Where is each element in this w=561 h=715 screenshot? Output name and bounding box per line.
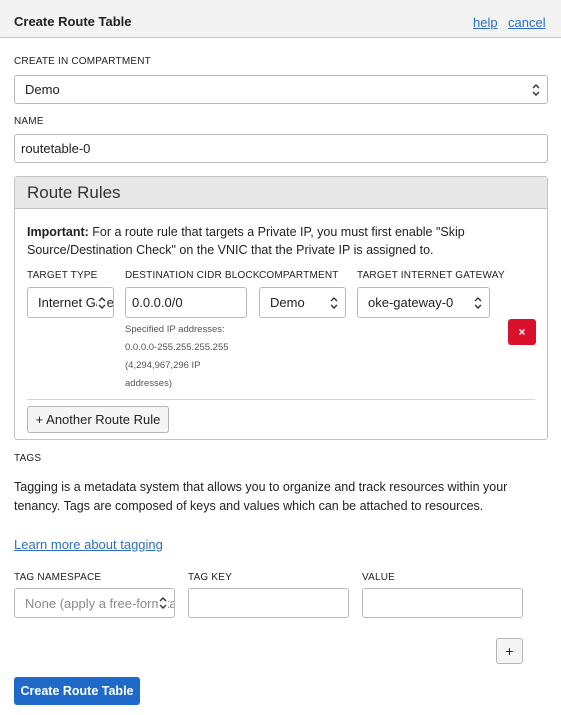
cancel-link[interactable]: cancel (508, 15, 546, 30)
cidr-hint-line: Specified IP addresses: (125, 324, 225, 335)
updown-chevron-icon (532, 83, 540, 96)
route-rules-header: Route Rules (15, 177, 547, 209)
dialog-title: Create Route Table (14, 14, 132, 29)
tag-namespace-label: TAG NAMESPACE (14, 572, 102, 583)
tag-key-label: TAG KEY (188, 572, 233, 583)
dialog-header: Create Route Table help cancel (0, 0, 561, 38)
cidr-hint-line: addresses) (125, 378, 172, 389)
updown-chevron-icon (330, 296, 338, 309)
important-text-2: Source/Destination Check" on the VNIC th… (27, 243, 434, 257)
rule-compartment-label: COMPARTMENT (259, 270, 339, 281)
cidr-hint-line: 0.0.0.0-255.255.255.255 (125, 342, 229, 353)
gateway-value: oke-gateway-0 (368, 295, 454, 310)
destination-label: DESTINATION CIDR BLOCK (125, 270, 260, 281)
destination-cidr-value: 0.0.0.0/0 (132, 295, 183, 310)
tag-value-input[interactable] (362, 588, 523, 618)
create-route-table-button[interactable]: Create Route Table (14, 677, 140, 705)
updown-chevron-icon (474, 296, 482, 309)
gateway-select[interactable]: oke-gateway-0 (357, 287, 490, 318)
rule-compartment-select[interactable]: Demo (259, 287, 346, 318)
add-tag-button[interactable]: + (496, 638, 523, 664)
route-rules-title: Route Rules (27, 183, 121, 202)
important-note: Important: For a route rule that targets… (27, 223, 532, 259)
add-route-rule-button[interactable]: + Another Route Rule (27, 406, 169, 433)
compartment-value: Demo (25, 82, 60, 97)
target-type-select[interactable]: Internet Gateway (27, 287, 114, 318)
tags-description-line: tenancy. Tags are composed of keys and v… (14, 499, 484, 513)
important-label: Important: (27, 225, 89, 239)
target-type-label: TARGET TYPE (27, 270, 98, 281)
compartment-label: CREATE IN COMPARTMENT (14, 56, 151, 67)
rules-divider (27, 399, 535, 400)
tags-description-line: Tagging is a metadata system that allows… (14, 480, 508, 494)
tag-namespace-select[interactable]: None (apply a free-form tag) (14, 588, 175, 618)
cidr-hint-line: (4,294,967,296 IP (125, 360, 201, 371)
name-input[interactable]: routetable-0 (14, 134, 548, 163)
tags-description: Tagging is a metadata system that allows… (14, 478, 544, 516)
gateway-label: TARGET INTERNET GATEWAY (357, 270, 505, 281)
destination-cidr-input[interactable]: 0.0.0.0/0 (125, 287, 247, 318)
compartment-select[interactable]: Demo (14, 75, 548, 104)
rule-compartment-value: Demo (270, 295, 305, 310)
important-text-1: For a route rule that targets a Private … (88, 225, 465, 239)
name-label: NAME (14, 116, 44, 127)
learn-more-tagging-link[interactable]: Learn more about tagging (14, 537, 163, 552)
delete-rule-button[interactable]: × (508, 319, 536, 345)
target-type-value: Internet Gateway (38, 295, 114, 310)
tags-label: TAGS (14, 453, 42, 464)
tag-value-label: VALUE (362, 572, 396, 583)
route-rules-panel: Route Rules Important: For a route rule … (14, 176, 548, 440)
tag-namespace-placeholder: None (apply a free-form tag) (25, 596, 175, 611)
cidr-hint: Specified IP addresses: 0.0.0.0-255.255.… (125, 321, 229, 393)
help-link[interactable]: help (473, 15, 498, 30)
tag-key-input[interactable] (188, 588, 349, 618)
name-value: routetable-0 (21, 141, 91, 156)
